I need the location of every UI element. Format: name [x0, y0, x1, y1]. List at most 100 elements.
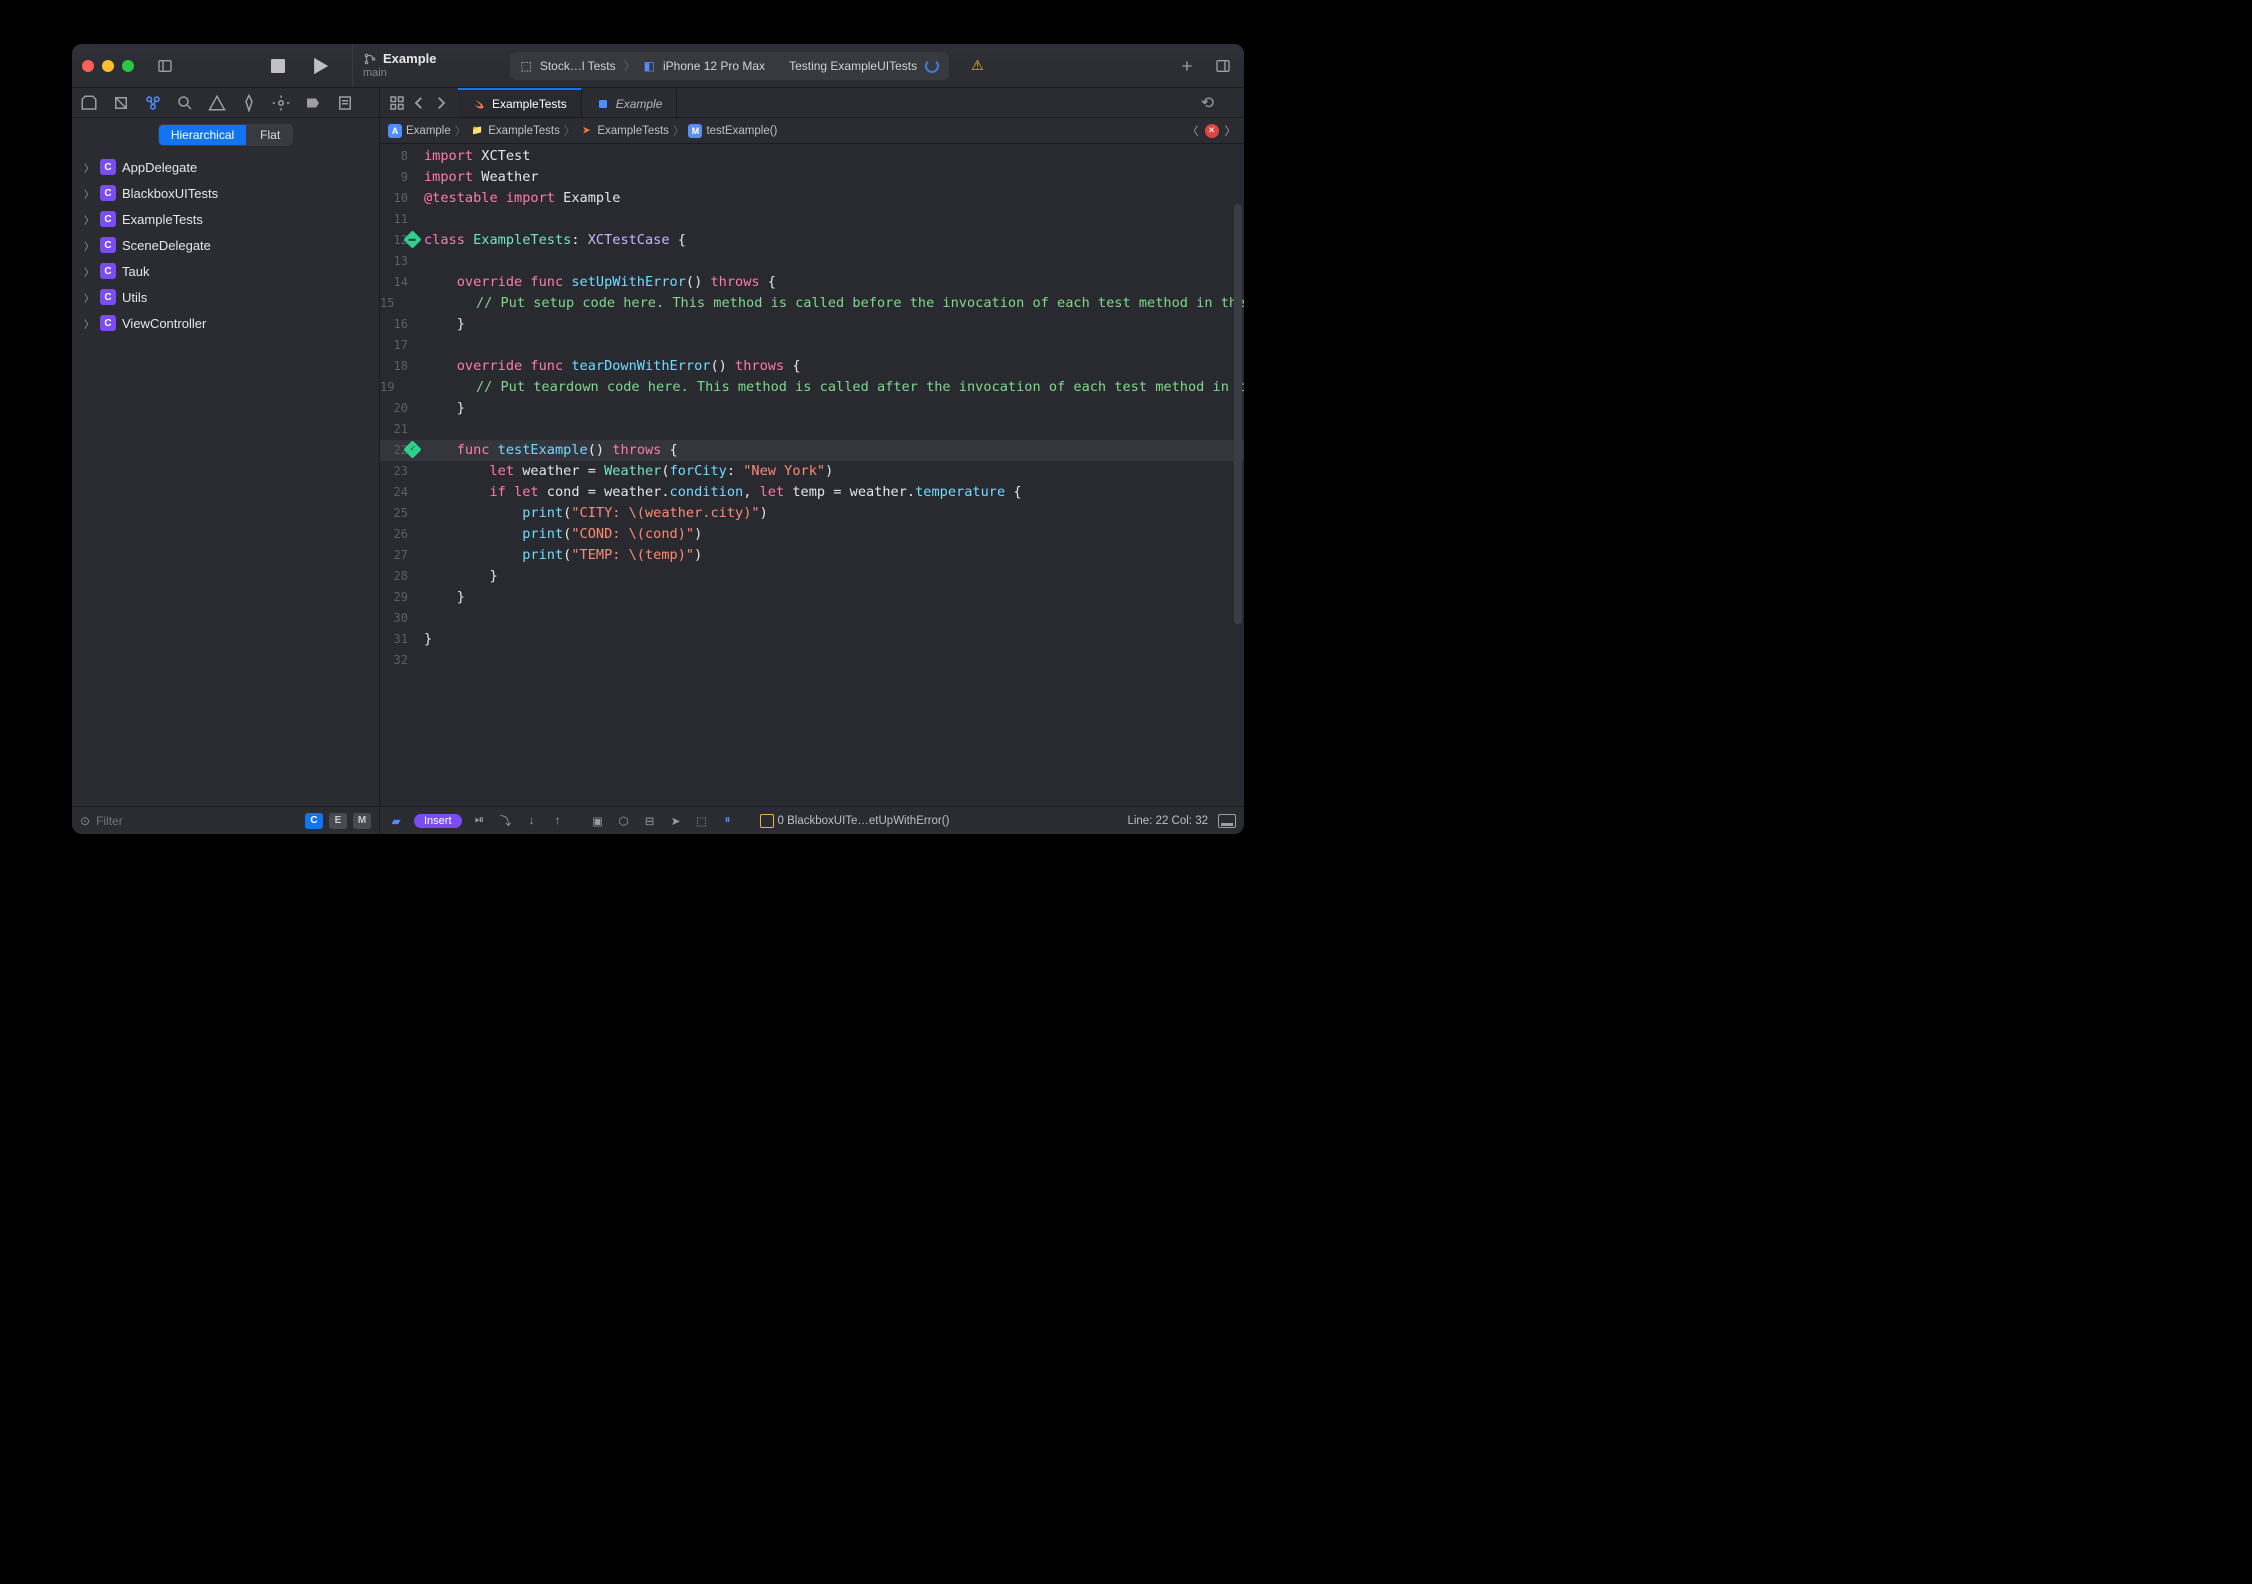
- issue-nav-icon[interactable]: [208, 94, 226, 112]
- test-nav-icon[interactable]: [240, 94, 258, 112]
- symbol-node[interactable]: 〉CExampleTests: [76, 206, 375, 232]
- step-into-icon[interactable]: ↓: [524, 813, 540, 829]
- find-nav-icon[interactable]: [176, 94, 194, 112]
- source-control-nav-icon[interactable]: [112, 94, 130, 112]
- next-issue-icon[interactable]: 〉: [1225, 123, 1237, 139]
- group-crumb[interactable]: ExampleTests: [488, 125, 560, 137]
- reload-icon[interactable]: ⟲: [1201, 93, 1214, 113]
- symbol-node[interactable]: 〉CSceneDelegate: [76, 232, 375, 258]
- breakpoint-context[interactable]: 0 BlackboxUITe…etUpWithError(): [760, 814, 950, 828]
- code-line[interactable]: 28 }: [380, 566, 1244, 587]
- code-line[interactable]: 9import Weather: [380, 167, 1244, 188]
- project-name[interactable]: Example: [383, 52, 436, 66]
- project-nav-icon[interactable]: [80, 94, 98, 112]
- code-text: [418, 251, 1244, 272]
- code-line[interactable]: 23 let weather = Weather(forCity: "New Y…: [380, 461, 1244, 482]
- code-line[interactable]: 10@testable import Example: [380, 188, 1244, 209]
- code-text: override func tearDownWithError() throws…: [418, 356, 1244, 377]
- symbol-crumb[interactable]: testExample(): [706, 125, 777, 137]
- debug-nav-icon[interactable]: [272, 94, 290, 112]
- code-editor[interactable]: 8import XCTest9import Weather10@testable…: [380, 144, 1244, 806]
- code-line[interactable]: 20 }: [380, 398, 1244, 419]
- toggle-sidebar-icon[interactable]: [154, 55, 176, 77]
- class-filter-chip[interactable]: C: [305, 813, 323, 829]
- breakpoint-toggle-icon[interactable]: ▰: [388, 813, 404, 829]
- line-number: 32: [380, 650, 418, 671]
- code-line[interactable]: 26 print("COND: \(cond)"): [380, 524, 1244, 545]
- minimize-window-button[interactable]: [102, 60, 114, 72]
- code-line[interactable]: 17: [380, 335, 1244, 356]
- vim-mode-badge: Insert: [414, 814, 462, 828]
- symbol-node[interactable]: 〉CViewController: [76, 310, 375, 336]
- editor-tab[interactable]: ExampleTests: [458, 88, 582, 117]
- zoom-window-button[interactable]: [122, 60, 134, 72]
- symbol-node[interactable]: 〉CUtils: [76, 284, 375, 310]
- library-icon[interactable]: [1212, 55, 1234, 77]
- code-line[interactable]: 30: [380, 608, 1244, 629]
- navigator-sidebar: Hierarchical Flat 〉CAppDelegate〉CBlackbo…: [72, 88, 380, 834]
- editor-tab[interactable]: Example: [582, 88, 678, 117]
- code-line[interactable]: 19 // Put teardown code here. This metho…: [380, 377, 1244, 398]
- code-line[interactable]: 22 func testExample() throws {: [380, 440, 1244, 461]
- code-line[interactable]: 31}: [380, 629, 1244, 650]
- line-number: 20: [380, 398, 418, 419]
- code-line[interactable]: 16 }: [380, 314, 1244, 335]
- method-filter-chip[interactable]: M: [353, 813, 371, 829]
- filter-input[interactable]: [96, 814, 299, 828]
- activity-status[interactable]: ⬚ Stock…l Tests 〉 ◧ iPhone 12 Pro Max Te…: [510, 52, 949, 80]
- code-line[interactable]: 21: [380, 419, 1244, 440]
- nav-forward-icon[interactable]: [432, 94, 450, 112]
- line-number: 26: [380, 524, 418, 545]
- file-crumb[interactable]: ExampleTests: [597, 125, 669, 137]
- step-out-icon[interactable]: ↑: [550, 813, 566, 829]
- thread-pause-icon[interactable]: ⏸: [720, 813, 736, 829]
- symbol-node[interactable]: 〉CBlackboxUITests: [76, 180, 375, 206]
- close-window-button[interactable]: [82, 60, 94, 72]
- code-line[interactable]: 8import XCTest: [380, 146, 1244, 167]
- hierarchical-mode-button[interactable]: Hierarchical: [158, 124, 247, 146]
- step-over-icon[interactable]: ⤵: [498, 813, 514, 829]
- memory-graph-icon[interactable]: ⬡: [616, 813, 632, 829]
- debug-view-icon[interactable]: ▣: [590, 813, 606, 829]
- env-overrides-icon[interactable]: ⊟: [642, 813, 658, 829]
- code-line[interactable]: 29 }: [380, 587, 1244, 608]
- extension-filter-chip[interactable]: E: [329, 813, 347, 829]
- symbol-node[interactable]: 〉CTauk: [76, 258, 375, 284]
- code-line[interactable]: 13: [380, 251, 1244, 272]
- editor-scrollbar[interactable]: [1234, 204, 1242, 624]
- location-icon[interactable]: ➤: [668, 813, 684, 829]
- report-nav-icon[interactable]: [336, 94, 354, 112]
- thread-icon[interactable]: ⬚: [694, 813, 710, 829]
- nav-back-icon[interactable]: [410, 94, 428, 112]
- error-badge-icon[interactable]: ✕: [1205, 124, 1219, 138]
- continue-icon[interactable]: ⏯: [472, 813, 488, 829]
- jump-bar[interactable]: A Example 〉 📁 ExampleTests 〉 ➤ ExampleTe…: [380, 118, 1244, 144]
- code-line[interactable]: 15 // Put setup code here. This method i…: [380, 293, 1244, 314]
- tab-label: ExampleTests: [492, 97, 567, 111]
- code-line[interactable]: 32: [380, 650, 1244, 671]
- run-button[interactable]: [306, 54, 334, 78]
- warning-icon[interactable]: ⚠︎: [971, 57, 984, 74]
- code-line[interactable]: 14 override func setUpWithError() throws…: [380, 272, 1244, 293]
- branch-name[interactable]: main: [363, 67, 436, 79]
- code-line[interactable]: 11: [380, 209, 1244, 230]
- related-items-icon[interactable]: [388, 94, 406, 112]
- symbol-node[interactable]: 〉CAppDelegate: [76, 154, 375, 180]
- prev-issue-icon[interactable]: 〈: [1187, 123, 1199, 139]
- line-number: 14: [380, 272, 418, 293]
- flat-mode-button[interactable]: Flat: [247, 124, 293, 146]
- add-icon[interactable]: [1176, 55, 1198, 77]
- stop-button[interactable]: [264, 54, 292, 78]
- code-line[interactable]: 12class ExampleTests: XCTestCase {: [380, 230, 1244, 251]
- code-line[interactable]: 27 print("TEMP: \(temp)"): [380, 545, 1244, 566]
- symbol-label: AppDelegate: [122, 160, 197, 175]
- symbol-nav-icon[interactable]: [144, 94, 162, 112]
- breakpoint-nav-icon[interactable]: [304, 94, 322, 112]
- code-text: // Put teardown code here. This method i…: [404, 377, 1244, 398]
- code-line[interactable]: 25 print("CITY: \(weather.city)"): [380, 503, 1244, 524]
- project-crumb[interactable]: Example: [406, 125, 451, 137]
- class-icon: C: [100, 211, 116, 227]
- toggle-debug-area-icon[interactable]: [1218, 814, 1236, 828]
- code-line[interactable]: 24 if let cond = weather.condition, let …: [380, 482, 1244, 503]
- code-line[interactable]: 18 override func tearDownWithError() thr…: [380, 356, 1244, 377]
